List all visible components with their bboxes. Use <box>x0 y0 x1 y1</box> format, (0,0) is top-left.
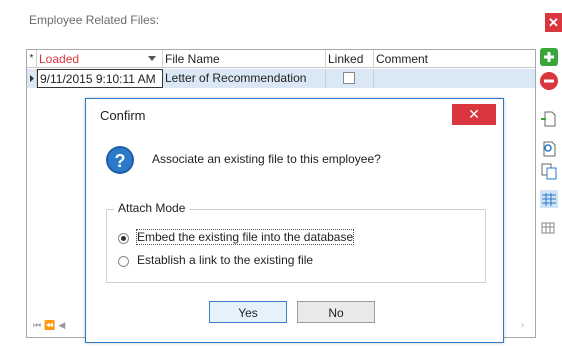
panel-title: Employee Related Files: <box>29 13 160 27</box>
row-indicator-header: * <box>27 50 37 68</box>
side-toolbar <box>536 40 562 340</box>
scroll-right-icon[interactable]: › <box>521 320 524 331</box>
column-header-file-name[interactable]: File Name <box>163 50 326 68</box>
column-header-loaded[interactable]: Loaded <box>37 50 163 68</box>
dialog-message: Associate an existing file to this emplo… <box>152 152 381 166</box>
add-icon[interactable] <box>540 48 558 66</box>
preview-file-icon[interactable] <box>540 140 558 158</box>
row-indicator <box>27 69 37 88</box>
embed-radio[interactable] <box>118 233 129 244</box>
link-radio[interactable] <box>118 256 129 267</box>
cell-loaded[interactable]: 9/11/2015 9:10:11 AM <box>37 69 163 88</box>
cell-comment[interactable] <box>374 69 535 88</box>
yes-button[interactable]: Yes <box>209 301 287 323</box>
question-icon: ? <box>106 146 134 174</box>
grid-navigator[interactable]: ⏮⏪◀ <box>33 320 68 331</box>
copy-file-icon[interactable] <box>540 162 558 180</box>
svg-text:?: ? <box>115 151 126 171</box>
dialog-title: Confirm <box>100 108 146 123</box>
linked-checkbox[interactable] <box>343 72 355 84</box>
remove-icon[interactable] <box>540 72 558 90</box>
table-options-icon[interactable] <box>540 220 558 238</box>
cell-linked[interactable] <box>326 69 374 88</box>
prev-record-icon[interactable]: ◀ <box>58 320 68 330</box>
embed-radio-label[interactable]: Embed the existing file into the databas… <box>135 229 355 245</box>
attach-mode-group <box>106 209 486 283</box>
confirm-dialog: Confirm ✕ ? Associate an existing file t… <box>85 98 504 343</box>
current-row-arrow-icon <box>30 75 34 82</box>
attach-file-icon[interactable] <box>540 110 558 128</box>
dialog-close-button[interactable]: ✕ <box>452 104 496 125</box>
first-record-icon[interactable]: ⏮ <box>33 320 44 330</box>
no-button[interactable]: No <box>297 301 375 323</box>
column-header-linked[interactable]: Linked <box>326 50 374 68</box>
cell-file-name[interactable]: Letter of Recommendation <box>163 69 326 88</box>
prev-page-icon[interactable]: ⏪ <box>44 320 58 330</box>
attach-mode-label: Attach Mode <box>114 201 190 215</box>
sort-dropdown-icon[interactable] <box>148 56 156 61</box>
link-radio-label[interactable]: Establish a link to the existing file <box>137 253 313 267</box>
panel-close-button[interactable]: ✕ <box>545 13 562 32</box>
grid-layout-icon[interactable] <box>540 190 558 208</box>
column-header-comment[interactable]: Comment <box>374 50 535 68</box>
